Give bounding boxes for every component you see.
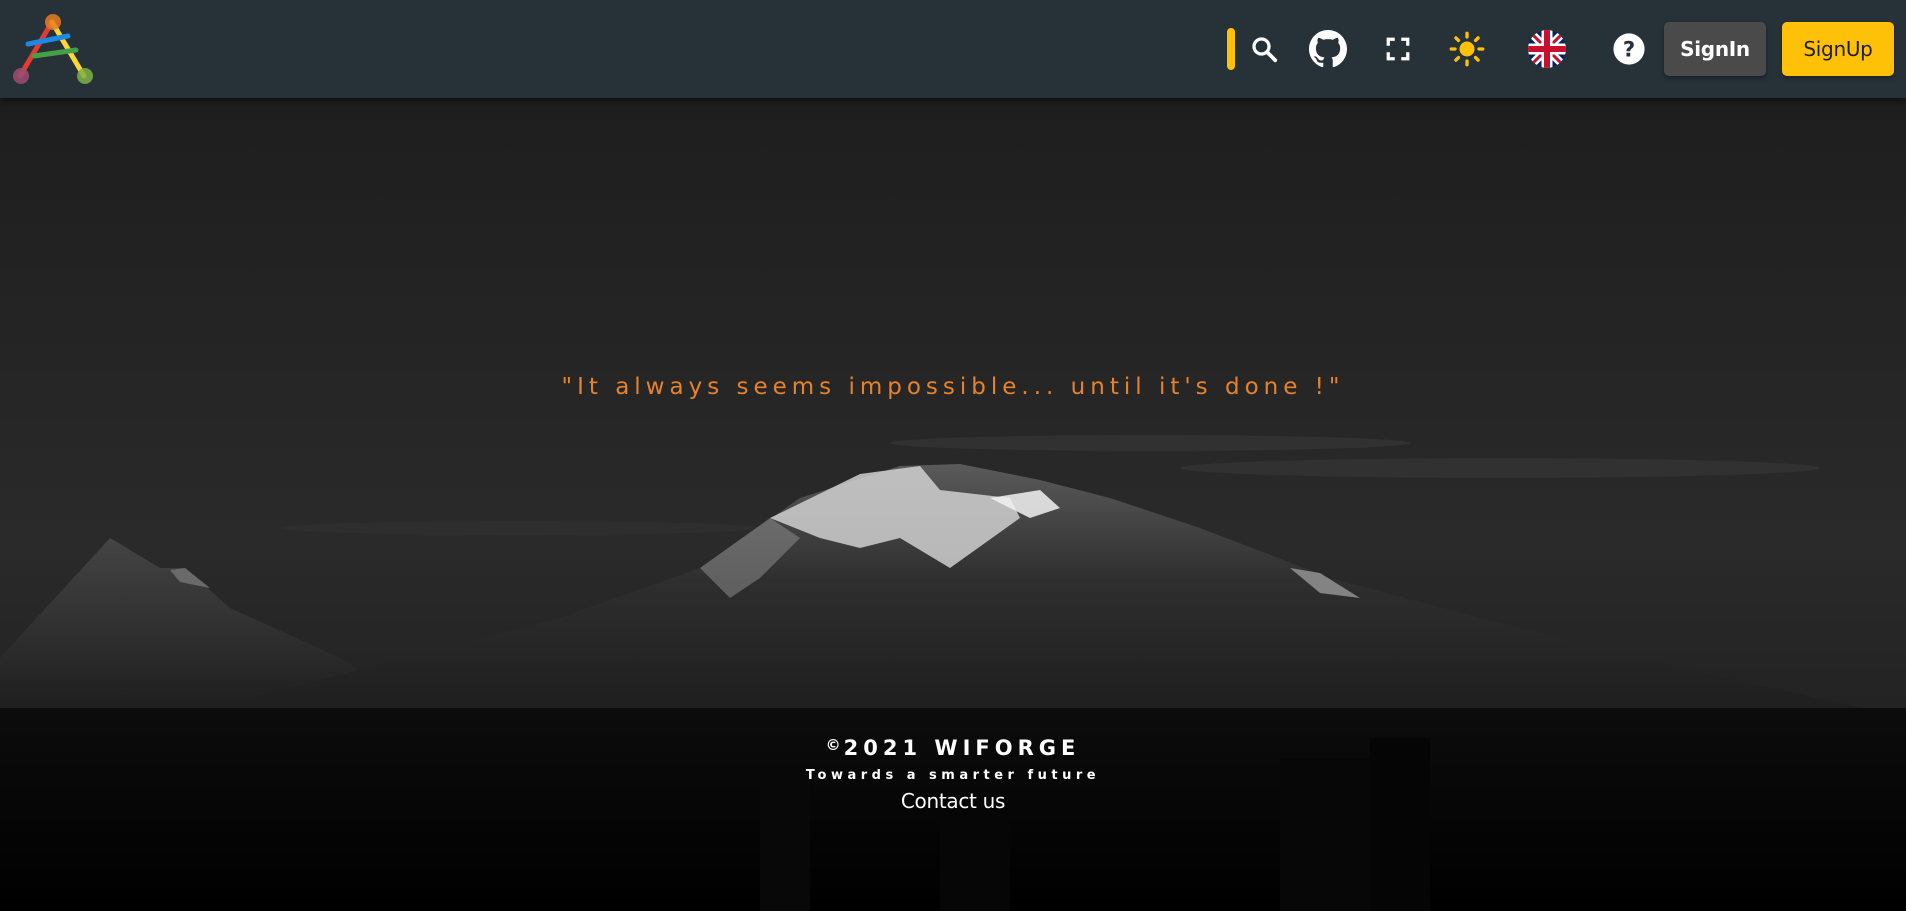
signup-button[interactable]: SignUp [1782,22,1894,76]
accent-bar [1227,28,1235,70]
copyright-symbol: © [825,736,841,754]
copyright: © 2021 WIFORGE [0,736,1906,760]
help-icon: ? [1613,33,1645,65]
theme-toggle[interactable] [1444,26,1490,72]
copyright-text: 2021 WIFORGE [843,736,1081,760]
top-navbar: ? SignIn SignUp [0,0,1906,98]
tagline: Towards a smarter future [805,768,1101,783]
hero-section: "It always seems impossible... until it'… [0,98,1906,911]
signin-button[interactable]: SignIn [1664,22,1766,76]
search-button[interactable] [1241,26,1287,72]
fullscreen-icon [1386,37,1410,61]
logo-a-icon [13,14,93,84]
fullscreen-button[interactable] [1375,26,1421,72]
hero-quote: "It always seems impossible... until it'… [561,374,1345,400]
github-icon [1309,30,1347,68]
language-selector[interactable] [1524,26,1570,72]
search-icon [1252,37,1278,63]
contact-us-link[interactable]: Contact us [901,789,1006,813]
github-link[interactable] [1305,26,1351,72]
app-logo[interactable] [10,10,98,88]
help-button[interactable]: ? [1606,26,1652,72]
svg-text:?: ? [1623,37,1635,62]
footer: © 2021 WIFORGE Towards a smarter future C… [0,736,1906,813]
sun-icon [1449,31,1485,67]
uk-flag-icon [1528,30,1566,68]
